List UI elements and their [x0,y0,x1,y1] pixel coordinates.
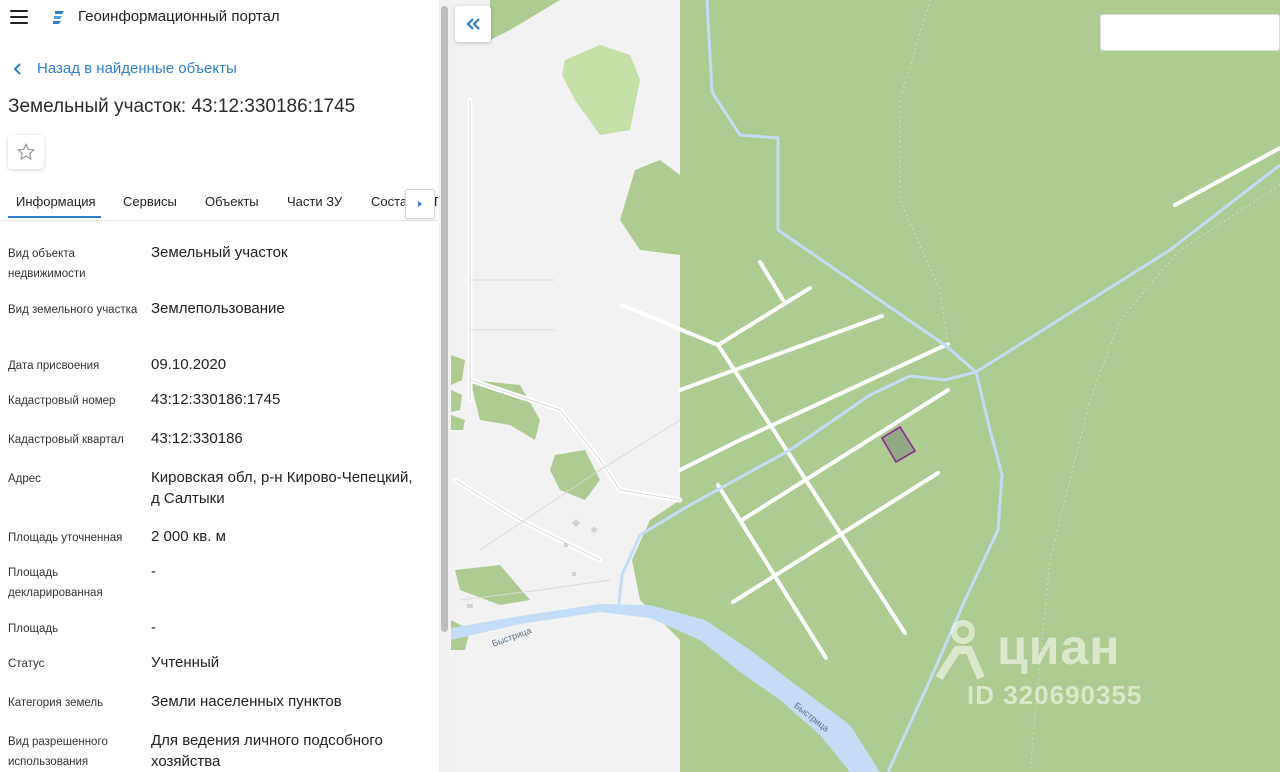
property-label: Статус [8,658,45,670]
location-pin-icon [935,620,985,681]
property-label: Кадастровый номер [8,395,116,407]
property-value: Учтенный [151,654,220,671]
property-value: Землепользование [151,300,285,317]
property-label: Категория земель [8,697,104,709]
property-label: Вид разрешенного использования [8,736,108,768]
forest-area [470,380,540,440]
tab-composition[interactable]: Соста [371,194,406,214]
property-value: Кировская обл, р-н Кирово-Чепецкий, д Са… [151,469,413,507]
active-tab-indicator [8,216,101,218]
caret-right-icon [418,201,422,207]
property-label: Площадь [8,623,59,635]
property-label: Адрес [8,473,41,485]
map-search-input[interactable] [1100,14,1280,51]
watermark-id: ID 320690355 [967,680,1143,710]
back-link-label: Назад в найденные объекты [37,60,237,77]
map-canvas[interactable] [451,0,1280,772]
property-value: 09.10.2020 [151,356,227,373]
tab-information[interactable]: Информация [16,194,96,209]
double-chevron-left-icon [466,18,480,30]
back-link[interactable]: Назад в найденные объекты [12,60,237,77]
property-value: 43:12:330186:1745 [151,391,281,408]
chevron-left-icon [13,62,21,75]
star-icon [17,143,35,160]
tab-scroll-right-button[interactable] [405,189,435,219]
forest-area [451,390,462,412]
panel-scrollbar-thumb[interactable] [441,6,448,632]
property-value: Для ведения личного подсобного хозяйства [151,732,383,770]
page-title: Земельный участок: 43:12:330186:1745 [8,96,356,117]
property-label: Площадь уточненная [8,532,123,544]
property-value: - [151,563,156,580]
watermark-name: циан [997,619,1121,675]
forest-area [490,0,560,40]
forest-area [451,415,465,430]
property-label: Вид объекта недвижимости [8,248,86,280]
property-label: Вид земельного участка [8,304,138,316]
tab-objects[interactable]: Объекты [205,194,259,209]
portal-logo-icon [53,11,64,24]
property-value: Земли населенных пунктов [151,693,342,710]
watermark: циан ID 320690355 [935,618,1141,710]
tab-services[interactable]: Сервисы [123,194,177,209]
meadow-area [562,45,640,135]
favorite-button[interactable] [8,135,44,169]
map-view[interactable]: Быстрица Быстрица [451,0,1280,772]
tab-parts[interactable]: Части ЗУ [287,194,342,209]
property-value: - [151,619,156,636]
property-label: Площадь декларированная [8,567,103,599]
collapse-panel-button[interactable] [455,6,491,42]
app-title: Геоинформационный портал [78,8,280,25]
top-bar: Геоинформационный портал [0,0,438,36]
property-label: Дата присвоения [8,360,100,372]
property-label: Кадастровый квартал [8,434,124,446]
property-value: 2 000 кв. м [151,528,226,545]
forest-area [451,355,465,385]
hamburger-icon[interactable] [10,10,28,24]
property-value: 43:12:330186 [151,430,243,447]
property-value: Земельный участок [151,244,288,261]
info-panel: Геоинформационный портал Назад в найденн… [0,0,438,772]
